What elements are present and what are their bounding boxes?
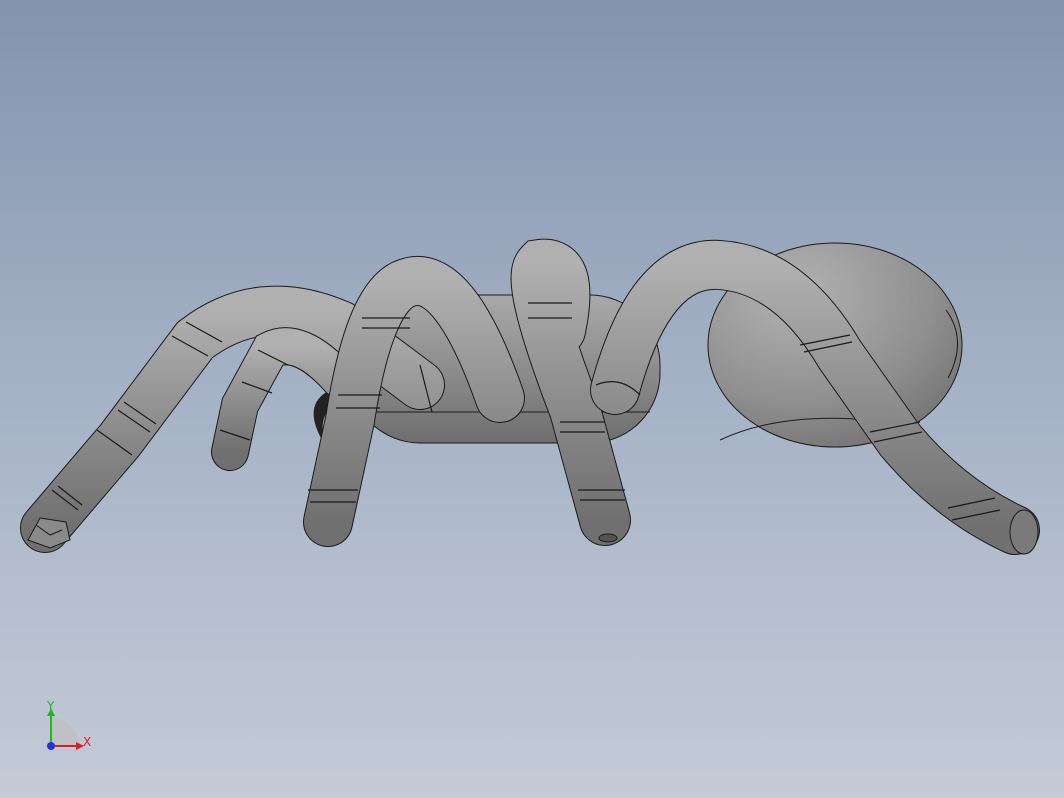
graphics-viewport[interactable]: Y X — [0, 0, 1064, 798]
y-axis-label: Y — [47, 699, 55, 713]
spider-3d-model[interactable] — [0, 0, 1064, 798]
x-axis-label: X — [83, 735, 92, 749]
axis-arrows — [47, 708, 84, 750]
foot-tips — [27, 509, 1039, 555]
coordinate-triad: Y X — [34, 698, 104, 758]
